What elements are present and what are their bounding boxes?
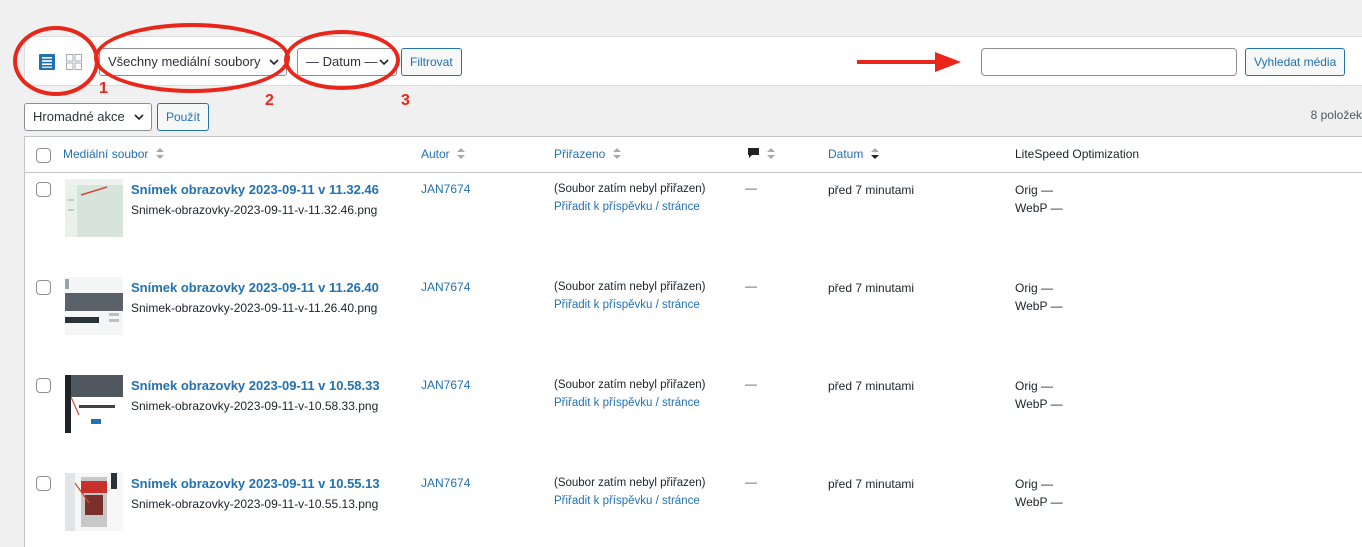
bulk-actions-select[interactable]: Hromadné akce (24, 103, 152, 131)
litespeed-orig: Orig — (1015, 183, 1054, 197)
sort-arrows-icon (612, 148, 621, 159)
row-checkbox[interactable] (36, 280, 51, 295)
media-table: Mediální soubor Autor Přiřazeno Datum Li… (24, 136, 1362, 547)
litespeed-webp: WebP — (1015, 397, 1063, 411)
author-link[interactable]: JAN7674 (421, 280, 470, 294)
annotation-number-3: 3 (401, 92, 410, 109)
table-row: Snímek obrazovky 2023-09-11 v 11.32.46 S… (25, 173, 1362, 271)
row-checkbox[interactable] (36, 476, 51, 491)
attach-link[interactable]: Přiřadit k příspěvku / stránce (554, 299, 700, 311)
litespeed-webp: WebP — (1015, 495, 1063, 509)
author-link[interactable]: JAN7674 (421, 182, 470, 196)
chevron-down-icon (134, 114, 144, 121)
comment-count: — (745, 181, 757, 195)
table-row: Snímek obrazovky 2023-09-11 v 11.26.40 S… (25, 271, 1362, 369)
annotation-number-1: 1 (99, 80, 108, 97)
attachment-status: (Soubor zatím nebyl přiřazen) (554, 379, 706, 391)
media-filename: Snimek-obrazovky-2023-09-11-v-10.55.13.p… (131, 497, 379, 511)
media-thumbnail[interactable] (65, 277, 123, 335)
litespeed-orig: Orig — (1015, 379, 1054, 393)
media-title-link[interactable]: Snímek obrazovky 2023-09-11 v 10.55.13 (131, 476, 380, 491)
media-thumbnail[interactable] (65, 375, 123, 433)
litespeed-orig: Orig — (1015, 281, 1054, 295)
column-header-litespeed: LiteSpeed Optimization (1015, 147, 1140, 161)
comment-bubble-icon (748, 148, 759, 158)
upload-date: před 7 minutami (828, 379, 915, 393)
column-header-author-label: Autor (421, 147, 450, 161)
attachment-status: (Soubor zatím nebyl přiřazen) (554, 477, 706, 489)
media-filename: Snimek-obrazovky-2023-09-11-v-10.58.33.p… (131, 399, 379, 413)
bulk-actions-value: Hromadné akce (33, 109, 125, 124)
column-header-attached[interactable]: Přiřazeno (554, 147, 621, 161)
date-select[interactable]: — Datum — (297, 48, 397, 76)
attachment-status: (Soubor zatím nebyl přiřazen) (554, 183, 706, 195)
litespeed-webp: WebP — (1015, 201, 1063, 215)
media-type-select[interactable]: Všechny mediální soubory (99, 48, 287, 76)
table-row: Snímek obrazovky 2023-09-11 v 10.58.33 S… (25, 369, 1362, 467)
column-header-date-label: Datum (828, 147, 864, 161)
row-checkbox[interactable] (36, 182, 51, 197)
media-thumbnail[interactable] (65, 179, 123, 237)
apply-button[interactable]: Použít (157, 103, 210, 131)
annotation-number-2: 2 (265, 92, 274, 109)
row-checkbox[interactable] (36, 378, 51, 393)
sort-arrows-icon (457, 148, 466, 159)
column-header-file-label: Mediální soubor (63, 147, 149, 161)
chevron-down-icon (269, 59, 279, 66)
upload-date: před 7 minutami (828, 477, 915, 491)
date-select-value: — Datum — (306, 54, 378, 69)
media-title-link[interactable]: Snímek obrazovky 2023-09-11 v 11.26.40 (131, 280, 379, 295)
table-row: Snímek obrazovky 2023-09-11 v 10.55.13 S… (25, 467, 1362, 547)
sort-desc-icon (870, 148, 879, 159)
table-header: Mediální soubor Autor Přiřazeno Datum Li… (25, 137, 1362, 173)
attachment-status: (Soubor zatím nebyl přiřazen) (554, 281, 706, 293)
search-media-button[interactable]: Vyhledat média (1245, 48, 1346, 76)
select-all-checkbox[interactable] (36, 148, 51, 163)
media-filename: Snimek-obrazovky-2023-09-11-v-11.32.46.p… (131, 203, 378, 217)
sort-arrows-icon (767, 148, 776, 159)
comment-count: — (745, 279, 757, 293)
red-arrow-icon (857, 52, 961, 72)
author-link[interactable]: JAN7674 (421, 378, 470, 392)
grid-view-icon[interactable] (66, 54, 82, 70)
column-header-file[interactable]: Mediální soubor (63, 147, 164, 161)
comment-count: — (745, 475, 757, 489)
media-filename: Snimek-obrazovky-2023-09-11-v-11.26.40.p… (131, 301, 378, 315)
litespeed-webp: WebP — (1015, 299, 1063, 313)
upload-date: před 7 minutami (828, 281, 915, 295)
litespeed-orig: Orig — (1015, 477, 1054, 491)
item-count: 8 položek (1310, 108, 1362, 122)
media-title-link[interactable]: Snímek obrazovky 2023-09-11 v 11.32.46 (131, 182, 379, 197)
comment-count: — (745, 377, 757, 391)
media-title-link[interactable]: Snímek obrazovky 2023-09-11 v 10.58.33 (131, 378, 380, 393)
filter-button[interactable]: Filtrovat (401, 48, 462, 76)
media-filter-bar: Všechny mediální soubory — Datum — Filtr… (24, 36, 1362, 86)
upload-date: před 7 minutami (828, 183, 915, 197)
sort-arrows-icon (155, 148, 164, 159)
attach-link[interactable]: Přiřadit k příspěvku / stránce (554, 397, 700, 409)
attach-link[interactable]: Přiřadit k příspěvku / stránce (554, 201, 700, 213)
chevron-down-icon (379, 59, 389, 66)
column-header-comments[interactable] (747, 147, 776, 161)
column-header-author[interactable]: Autor (421, 147, 466, 161)
search-input[interactable] (981, 48, 1237, 76)
media-type-select-value: Všechny mediální soubory (108, 54, 261, 69)
author-link[interactable]: JAN7674 (421, 476, 470, 490)
media-thumbnail[interactable] (65, 473, 123, 531)
list-view-icon[interactable] (39, 54, 55, 70)
column-header-date[interactable]: Datum (828, 147, 879, 161)
column-header-attached-label: Přiřazeno (554, 147, 606, 161)
attach-link[interactable]: Přiřadit k příspěvku / stránce (554, 495, 700, 507)
